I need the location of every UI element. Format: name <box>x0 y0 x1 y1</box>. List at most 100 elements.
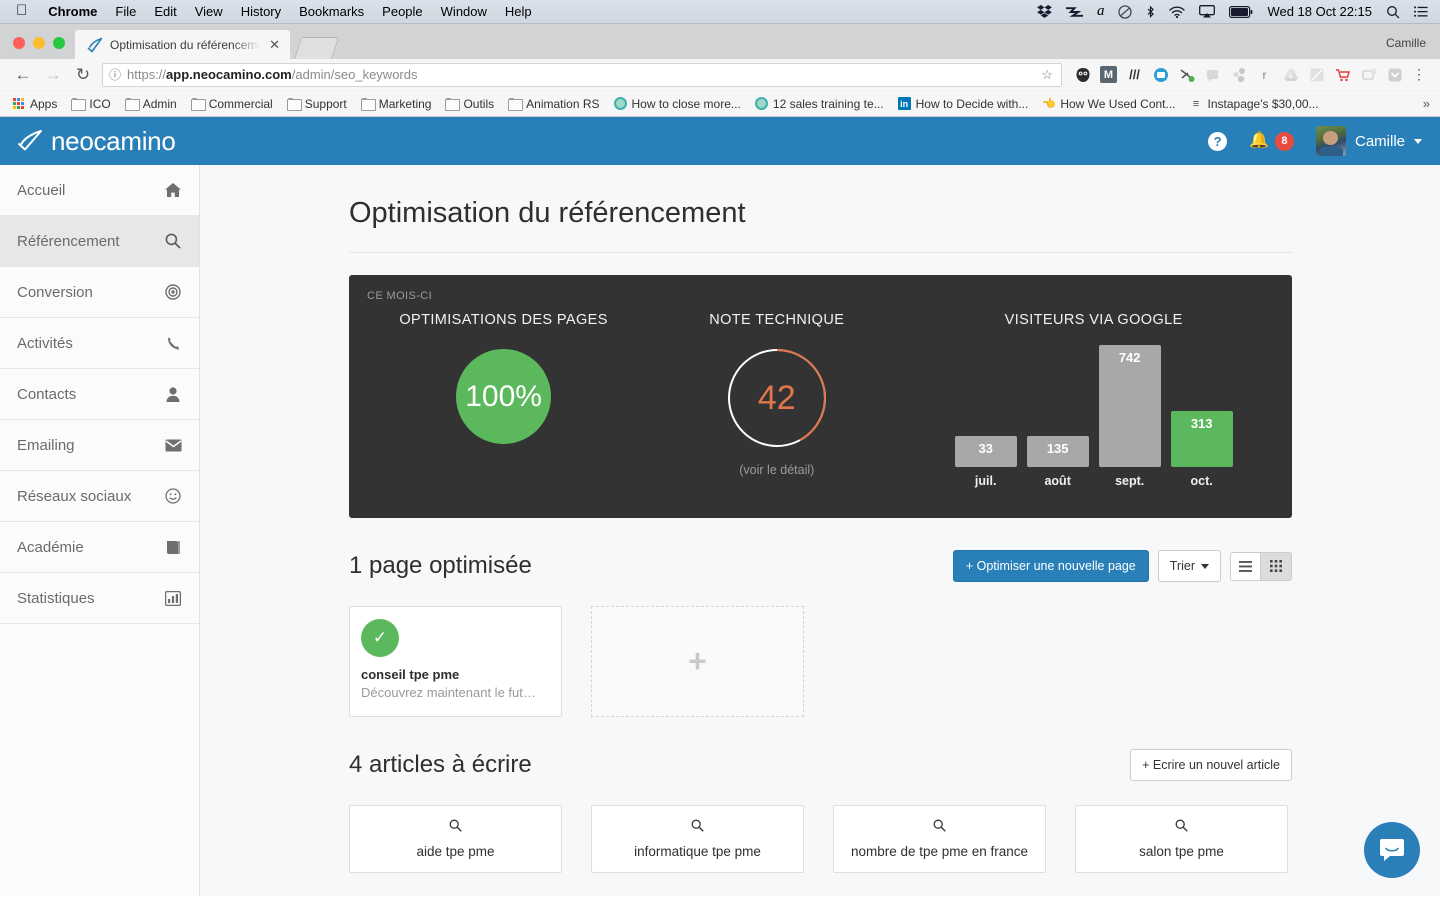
wifi-icon[interactable] <box>1169 5 1186 18</box>
macos-status-items: a Wed 18 Oct 22:15 <box>1037 4 1432 19</box>
bookmark-label: Apps <box>30 96 58 111</box>
r-icon[interactable]: r <box>1256 66 1273 83</box>
menu-file[interactable]: File <box>106 4 145 19</box>
mailtrack-icon[interactable]: M <box>1100 66 1117 83</box>
intercom-chat-icon[interactable] <box>1364 822 1420 878</box>
optimize-new-page-button[interactable]: + Optimiser une nouvelle page <box>952 550 1149 582</box>
dropbox-icon[interactable] <box>1037 5 1052 18</box>
bookmark-label: How to Decide with... <box>915 96 1029 111</box>
chevron-double-right-icon[interactable]: » <box>1423 96 1434 111</box>
owl-icon[interactable] <box>1074 66 1091 83</box>
browser-tab[interactable]: Optimisation du référencement ✕ <box>75 30 290 59</box>
page-viewport: neocamino ? 🔔 8 Camille Accueil Référenc… <box>0 117 1440 896</box>
sidebar-item-label: Activités <box>17 334 73 352</box>
search-icon <box>1175 819 1188 835</box>
close-window-button[interactable] <box>13 37 25 49</box>
sort-button[interactable]: Trier <box>1157 550 1221 582</box>
bar-chart-icon <box>164 590 182 606</box>
slashes-icon[interactable]: /// <box>1126 66 1143 83</box>
mixmax-icon[interactable] <box>1360 66 1377 83</box>
menu-people[interactable]: People <box>373 4 431 19</box>
alfred-icon[interactable]: a <box>1097 4 1105 19</box>
sidebar-item-referencement[interactable]: Référencement <box>0 216 199 267</box>
reload-icon[interactable]: ↻ <box>68 62 98 88</box>
sidebar-item-activites[interactable]: Activités <box>0 318 199 369</box>
apple-icon[interactable]:  <box>8 3 39 20</box>
menu-help[interactable]: Help <box>496 4 541 19</box>
bookmark-star-icon[interactable]: ☆ <box>1041 67 1055 83</box>
sidebar-item-statistiques[interactable]: Statistiques <box>0 573 199 624</box>
site-info-icon[interactable]: ⓘ <box>109 66 121 83</box>
bluetooth-icon[interactable] <box>1146 5 1155 19</box>
sidebar-item-conversion[interactable]: Conversion <box>0 267 199 318</box>
grid-view-icon[interactable] <box>1261 551 1292 581</box>
pocket-icon[interactable] <box>1386 66 1403 83</box>
notification-center-icon[interactable] <box>1414 5 1428 18</box>
menu-edit[interactable]: Edit <box>145 4 185 19</box>
hunter-icon[interactable] <box>1178 66 1195 83</box>
datanyze-icon[interactable] <box>1308 66 1325 83</box>
technical-note-detail-link[interactable]: (voir le détail) <box>739 463 814 477</box>
page-card[interactable]: ✓ conseil tpe pme Découvrez maintenant l… <box>349 606 562 717</box>
chrome-menu-icon[interactable]: ⋮ <box>1403 67 1432 82</box>
bookmark-how-to-decide[interactable]: in How to Decide with... <box>891 95 1036 113</box>
menu-chrome[interactable]: Chrome <box>39 4 106 19</box>
sidebar-item-accueil[interactable]: Accueil <box>0 165 199 216</box>
keyword-card[interactable]: informatique tpe pme <box>591 805 804 873</box>
help-question-icon[interactable]: ? <box>1208 131 1228 151</box>
bookmark-how-to-close-more[interactable]: How to close more... <box>607 95 748 113</box>
bookmark-marketing[interactable]: Marketing <box>354 95 439 113</box>
intercom-icon[interactable] <box>1152 66 1169 83</box>
bookmark-how-we-used-cont[interactable]: 👈 How We Used Cont... <box>1035 95 1182 113</box>
linkedin-icon: in <box>897 97 911 110</box>
close-icon[interactable]: ✕ <box>267 38 282 51</box>
sidebar-item-label: Référencement <box>17 232 120 250</box>
bookmark-ico[interactable]: ICO <box>64 95 117 113</box>
bookmark-apps[interactable]: Apps <box>6 95 64 113</box>
menu-bookmarks[interactable]: Bookmarks <box>290 4 373 19</box>
quote-icon[interactable] <box>1204 66 1221 83</box>
app-logo[interactable]: neocamino <box>18 128 176 154</box>
notifications[interactable]: 🔔 8 <box>1249 131 1294 151</box>
keyword-card[interactable]: aide tpe pme <box>349 805 562 873</box>
smiley-icon <box>164 488 182 504</box>
menu-history[interactable]: History <box>232 4 290 19</box>
menu-view[interactable]: View <box>186 4 232 19</box>
sidebar-item-contacts[interactable]: Contacts <box>0 369 199 420</box>
battery-icon[interactable] <box>1229 5 1253 18</box>
visitors-bar-chart: 33 juil. 135 août 742 sept. 313 oct. <box>954 338 1233 488</box>
add-page-card[interactable]: + <box>591 606 804 717</box>
back-arrow-icon[interactable]: ← <box>8 62 38 88</box>
transmit-icon[interactable] <box>1065 6 1083 18</box>
bookmark-support[interactable]: Support <box>280 95 354 113</box>
drive-icon[interactable] <box>1282 66 1299 83</box>
forward-arrow-icon[interactable]: → <box>38 62 68 88</box>
bookmark-12-sales-training[interactable]: 12 sales training te... <box>748 95 891 113</box>
bookmark-animation-rs[interactable]: Animation RS <box>501 95 606 113</box>
new-tab-button[interactable] <box>294 37 340 59</box>
address-bar[interactable]: ⓘ https://app.neocamino.com/admin/seo_ke… <box>102 62 1062 87</box>
sidebar-item-emailing[interactable]: Emailing <box>0 420 199 471</box>
bar-label: août <box>1044 474 1071 488</box>
list-view-icon[interactable] <box>1230 551 1261 581</box>
keyword-card[interactable]: salon tpe pme <box>1075 805 1288 873</box>
sidebar-item-reseaux-sociaux[interactable]: Réseaux sociaux <box>0 471 199 522</box>
keyword-card[interactable]: nombre de tpe pme en france <box>833 805 1046 873</box>
spotlight-search-icon[interactable] <box>1386 5 1400 19</box>
boomerang-icon[interactable] <box>1230 66 1247 83</box>
bookmark-instapage[interactable]: ≡ Instapage's $30,00... <box>1183 95 1326 113</box>
bookmark-commercial[interactable]: Commercial <box>184 95 280 113</box>
user-menu[interactable]: Camille <box>1315 126 1422 156</box>
chrome-profile-name[interactable]: Camille <box>1386 36 1426 50</box>
cart-icon[interactable] <box>1334 66 1351 83</box>
sidebar-item-academie[interactable]: Académie <box>0 522 199 573</box>
bookmark-outils[interactable]: Outils <box>438 95 501 113</box>
menu-window[interactable]: Window <box>432 4 496 19</box>
airplay-icon[interactable] <box>1199 5 1216 18</box>
bookmark-admin[interactable]: Admin <box>118 95 184 113</box>
maximize-window-button[interactable] <box>53 37 65 49</box>
minimize-window-button[interactable] <box>33 37 45 49</box>
do-not-disturb-icon[interactable] <box>1118 4 1133 19</box>
write-new-article-button[interactable]: + Ecrire un nouvel article <box>1130 749 1292 781</box>
envelope-icon <box>164 439 182 452</box>
